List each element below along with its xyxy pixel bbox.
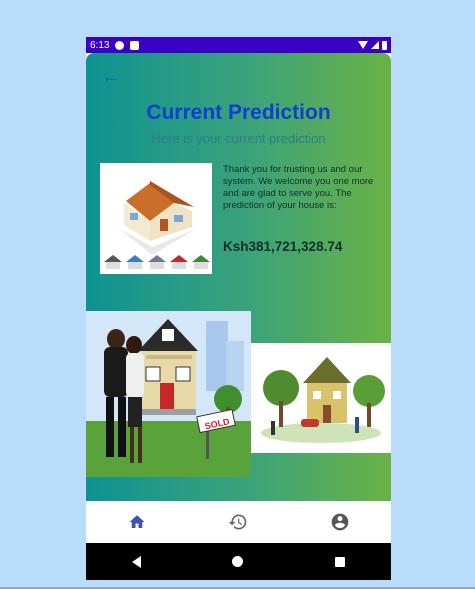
predicted-price: Ksh381,721,328.74 xyxy=(223,239,343,254)
community-illustration xyxy=(251,343,391,453)
account-icon xyxy=(331,513,349,531)
sold-house-illustration: SOLD xyxy=(86,311,251,477)
thank-you-message: Thank you for trusting us and our system… xyxy=(223,164,374,211)
system-navigation-bar xyxy=(86,543,391,580)
status-time: 6:13 xyxy=(90,39,110,51)
wifi-icon xyxy=(358,41,368,49)
notification-icon xyxy=(115,40,125,50)
nav-home[interactable] xyxy=(117,507,157,537)
house-illustration xyxy=(100,163,212,274)
nav-history[interactable] xyxy=(218,507,258,537)
page-subtitle: Here is your current prediction xyxy=(151,131,326,146)
sd-card-icon xyxy=(130,40,140,50)
prediction-panel: ← Current Prediction Here is your curren… xyxy=(86,53,391,501)
battery-icon xyxy=(382,40,387,50)
system-home-icon[interactable] xyxy=(232,556,244,567)
phone-screen: 6:13 ← Current Prediction Here is your c… xyxy=(86,37,391,580)
home-icon xyxy=(129,515,145,528)
status-bar: 6:13 xyxy=(86,37,391,53)
arrow-left-icon[interactable]: ← xyxy=(101,67,121,87)
nav-account[interactable] xyxy=(320,507,360,537)
history-icon xyxy=(229,514,247,530)
system-recents-icon[interactable] xyxy=(335,556,346,567)
bottom-navigation xyxy=(86,501,391,543)
signal-icon xyxy=(371,41,379,49)
page-title: Current Prediction xyxy=(146,101,331,124)
system-back-icon[interactable] xyxy=(131,555,141,568)
